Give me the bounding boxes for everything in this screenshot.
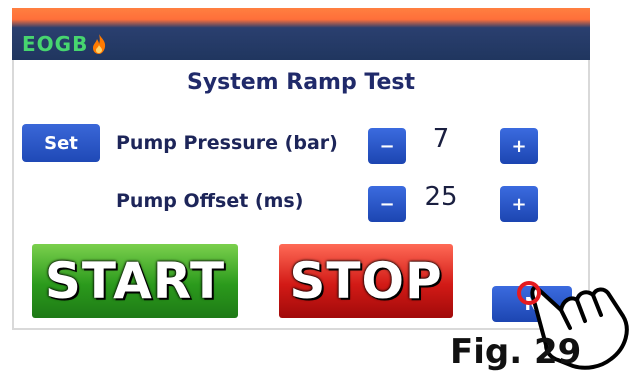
pump-offset-increment-button[interactable]: +	[500, 186, 538, 222]
brand-logo: EOGB	[22, 30, 108, 58]
pump-offset-decrement-button[interactable]: −	[368, 186, 406, 222]
stop-button-label: STOP	[289, 252, 443, 310]
pump-offset-label: Pump Offset (ms)	[116, 190, 304, 212]
pump-pressure-decrement-button[interactable]: −	[368, 128, 406, 164]
brand-logo-text: EOGB	[22, 32, 89, 56]
start-button[interactable]: START	[32, 244, 238, 318]
top-bar: EOGB	[12, 8, 590, 60]
figure-caption: Fig. 29	[450, 332, 582, 372]
pump-pressure-label: Pump Pressure (bar)	[116, 132, 338, 154]
stop-button[interactable]: STOP	[279, 244, 453, 318]
set-button[interactable]: Set	[22, 124, 100, 162]
pump-pressure-value: 7	[432, 124, 450, 154]
start-button-label: START	[44, 252, 226, 310]
pump-offset-value: 25	[424, 182, 458, 212]
page-title: System Ramp Test	[186, 70, 416, 95]
touchscreen: EOGB System Ramp Test Set Pump Pressure …	[12, 8, 590, 330]
pump-pressure-increment-button[interactable]: +	[500, 128, 538, 164]
flame-icon	[90, 33, 108, 55]
